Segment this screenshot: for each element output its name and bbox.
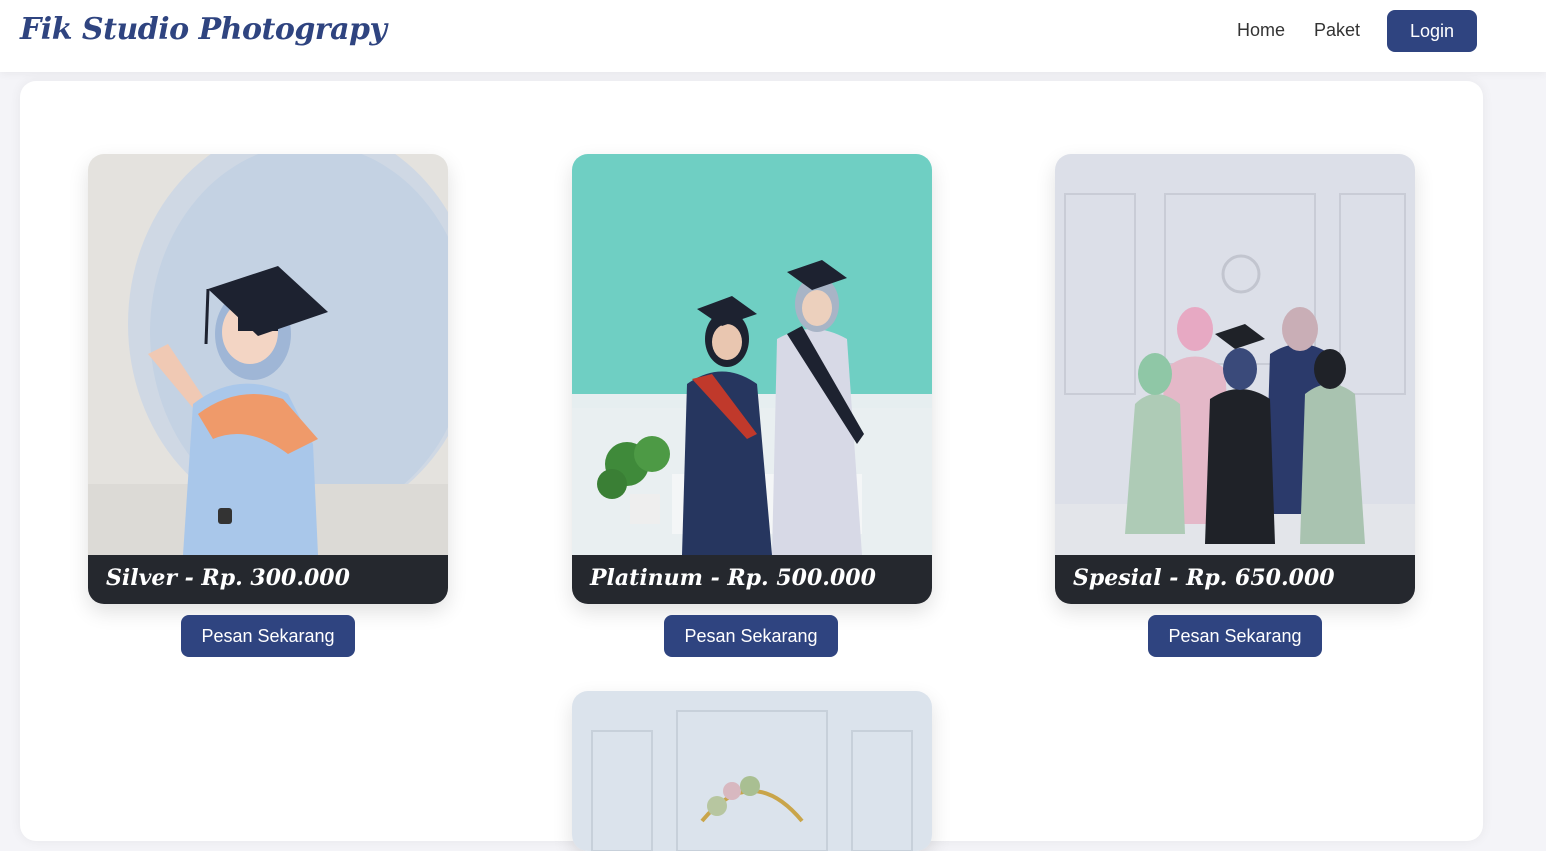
- graduation-photo-spesial: [1055, 154, 1415, 555]
- graduation-photo-silver: [88, 154, 448, 555]
- package-caption-spesial: Spesial - Rp. 650.000: [1055, 555, 1415, 604]
- package-caption-platinum: Platinum - Rp. 500.000: [572, 555, 932, 604]
- pesan-sekarang-button-platinum[interactable]: Pesan Sekarang: [664, 615, 838, 657]
- package-card-spesial[interactable]: Spesial - Rp. 650.000: [1055, 154, 1415, 604]
- login-button[interactable]: Login: [1387, 10, 1477, 52]
- package-caption-silver: Silver - Rp. 300.000: [88, 555, 448, 604]
- packages-panel: Silver - Rp. 300.000 Pesan Sekarang Plat…: [20, 81, 1483, 851]
- nav-link-home[interactable]: Home: [1237, 20, 1285, 41]
- nav-link-paket[interactable]: Paket: [1314, 20, 1360, 41]
- package-card-partial[interactable]: [572, 691, 932, 851]
- navbar: Fik Studio Photograpy Home Paket Login: [0, 0, 1546, 72]
- graduation-photo-partial: [572, 691, 932, 851]
- package-card-platinum[interactable]: Platinum - Rp. 500.000: [572, 154, 932, 604]
- pesan-sekarang-button-spesial[interactable]: Pesan Sekarang: [1148, 615, 1322, 657]
- graduation-photo-platinum: [572, 154, 932, 555]
- brand-logo[interactable]: Fik Studio Photograpy: [20, 12, 387, 47]
- package-card-silver[interactable]: Silver - Rp. 300.000: [88, 154, 448, 604]
- pesan-sekarang-button-silver[interactable]: Pesan Sekarang: [181, 615, 355, 657]
